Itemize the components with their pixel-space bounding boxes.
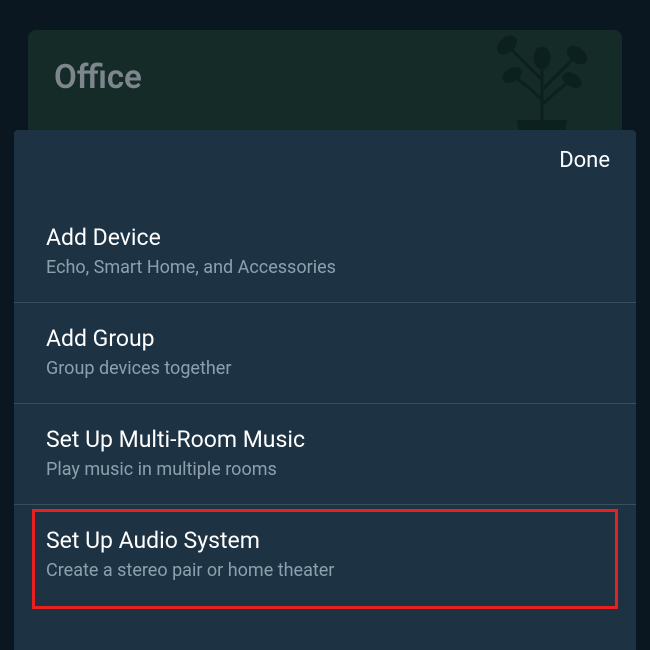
- highlight-annotation: [32, 509, 618, 609]
- menu-item-title: Set Up Audio System: [46, 527, 604, 554]
- menu-item-subtitle: Create a stereo pair or home theater: [46, 560, 604, 581]
- action-sheet: Done Add Device Echo, Smart Home, and Ac…: [14, 130, 636, 650]
- menu-item-add-group[interactable]: Add Group Group devices together: [14, 303, 636, 404]
- menu-item-add-device[interactable]: Add Device Echo, Smart Home, and Accesso…: [14, 202, 636, 303]
- menu-item-audio-system[interactable]: Set Up Audio System Create a stereo pair…: [14, 505, 636, 605]
- menu-item-subtitle: Play music in multiple rooms: [46, 459, 604, 480]
- menu-item-multiroom-music[interactable]: Set Up Multi-Room Music Play music in mu…: [14, 404, 636, 505]
- done-button[interactable]: Done: [559, 148, 610, 173]
- menu-list: Add Device Echo, Smart Home, and Accesso…: [14, 202, 636, 605]
- menu-item-subtitle: Echo, Smart Home, and Accessories: [46, 257, 604, 278]
- menu-item-title: Add Device: [46, 224, 604, 251]
- menu-item-title: Add Group: [46, 325, 604, 352]
- menu-item-subtitle: Group devices together: [46, 358, 604, 379]
- menu-item-title: Set Up Multi-Room Music: [46, 426, 604, 453]
